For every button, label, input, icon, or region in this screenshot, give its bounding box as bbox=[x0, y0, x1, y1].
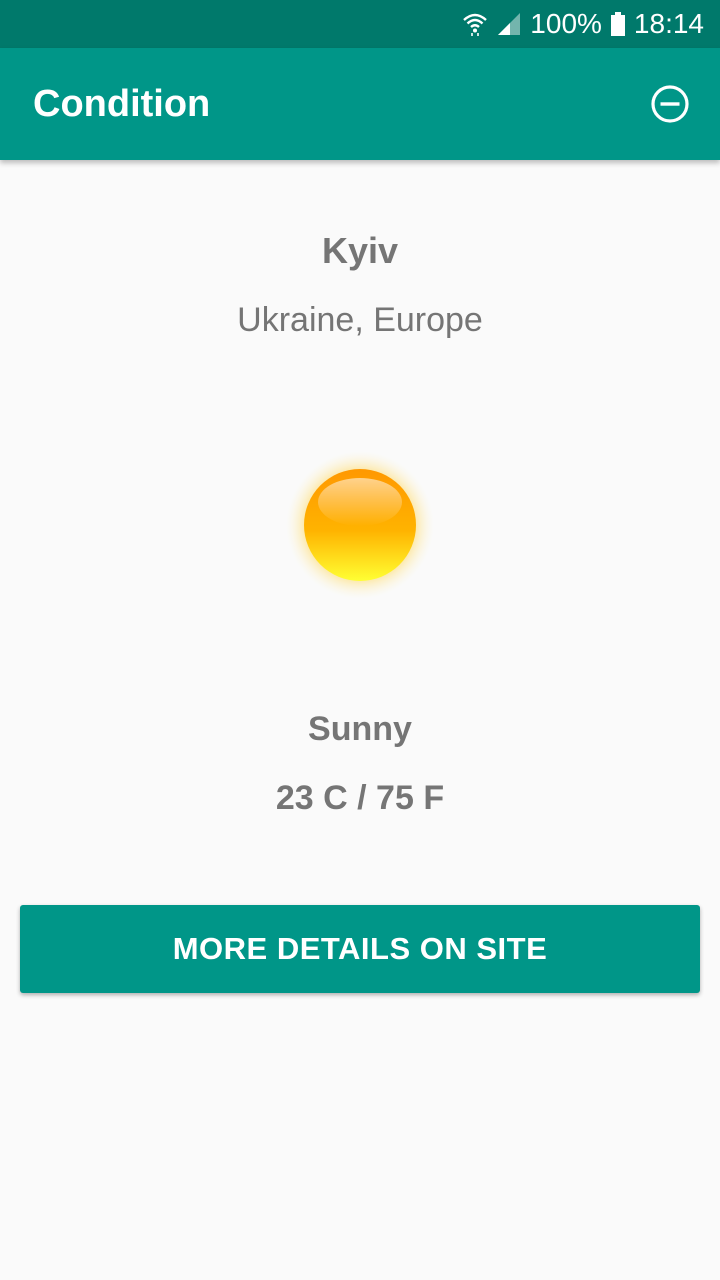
battery-percent: 100% bbox=[530, 8, 602, 39]
status-bar: 100% 18:14 bbox=[0, 0, 720, 48]
app-bar: Condition bbox=[0, 48, 720, 160]
temperature: 23 C / 75 F bbox=[275, 779, 445, 817]
page-title: Condition bbox=[33, 82, 211, 125]
wifi-icon bbox=[462, 11, 488, 37]
cell-signal-icon bbox=[496, 11, 522, 37]
remove-circle-icon bbox=[651, 85, 689, 123]
sun-icon bbox=[285, 450, 435, 600]
more-details-button[interactable]: MORE DETAILS ON SITE bbox=[20, 905, 700, 993]
battery-icon bbox=[610, 11, 626, 37]
city-name: Kyiv bbox=[321, 230, 399, 271]
region-name: Ukraine, Europe bbox=[237, 301, 483, 339]
remove-location-button[interactable] bbox=[648, 82, 692, 126]
clock: 18:14 bbox=[633, 8, 704, 39]
weather-condition: Sunny bbox=[308, 710, 412, 748]
